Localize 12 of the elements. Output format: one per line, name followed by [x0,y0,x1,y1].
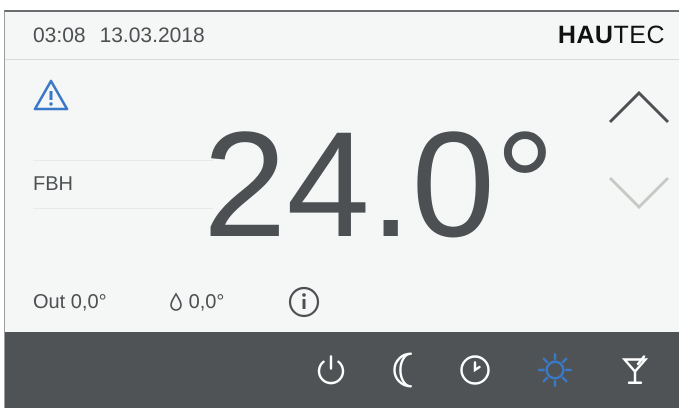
outside-temperature: Out 0,0° [33,290,107,314]
sun-icon [537,352,573,388]
mode-button[interactable] [393,352,413,388]
logo-text: HAUTEC [558,21,665,50]
info-icon[interactable] [288,286,320,318]
moon-icon [393,352,413,388]
time-text: 03:08 [33,24,86,48]
droplet-icon [168,292,183,312]
zone-label: FBH [33,160,213,209]
humidity-value: 0,0° [188,290,224,314]
date-text: 13.03.2018 [100,24,205,48]
increase-button[interactable] [608,90,670,124]
